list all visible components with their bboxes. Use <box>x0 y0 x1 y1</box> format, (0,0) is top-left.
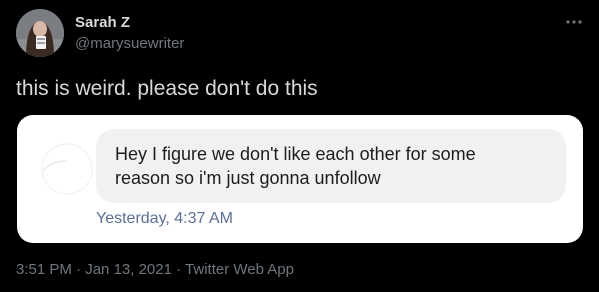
more-horizontal-icon[interactable] <box>563 12 585 32</box>
message-text: Hey I figure we don't like each other fo… <box>115 144 476 188</box>
avatar[interactable] <box>16 9 64 57</box>
tweet-date[interactable]: Jan 13, 2021 <box>85 261 172 278</box>
message-bubble: Hey I figure we don't like each other fo… <box>96 129 566 203</box>
message-timestamp: Yesterday, 4:37 AM <box>96 210 233 227</box>
sender-avatar-placeholder <box>41 143 93 195</box>
attached-image[interactable]: Hey I figure we don't like each other fo… <box>17 115 583 243</box>
author-display-name[interactable]: Sarah Z <box>75 14 130 31</box>
tweet-metadata: 3:51 PM · Jan 13, 2021 · Twitter Web App <box>16 261 294 278</box>
tweet-time[interactable]: 3:51 PM <box>16 261 72 278</box>
author-handle[interactable]: @marysuewriter <box>75 35 184 52</box>
meta-separator: · <box>71 261 86 278</box>
tweet-text: this is weird. please don't do this <box>16 77 318 100</box>
tweet-source[interactable]: Twitter Web App <box>185 261 294 278</box>
avatar-image <box>16 9 64 57</box>
meta-separator: · <box>171 261 186 278</box>
